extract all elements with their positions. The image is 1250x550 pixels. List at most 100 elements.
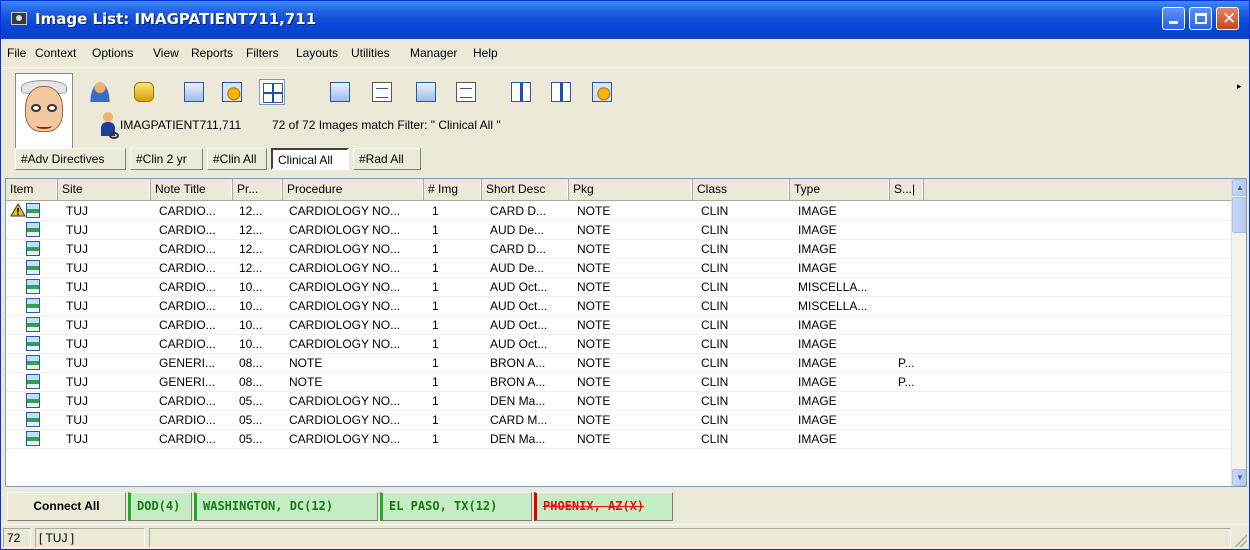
menu-filters[interactable]: Filters [246, 46, 279, 60]
image-thumbnail-icon [26, 203, 40, 218]
column-header-type[interactable]: Type [790, 179, 890, 201]
filter-tab-adv-directives[interactable]: #Adv Directives [15, 148, 126, 170]
cell-type: IMAGE [798, 337, 837, 351]
cell-site: TUJ [66, 318, 88, 332]
title-bar[interactable]: Image List: IMAGPATIENT711,711 ✕ [1, 1, 1249, 39]
site-dod[interactable]: DOD(4) [128, 492, 192, 521]
resize-grip-icon[interactable] [1233, 533, 1247, 547]
table-row[interactable]: TUJ CARDIO... 10... CARDIOLOGY NO... 1 AUD Oc… [6, 297, 1231, 316]
database-refresh-icon[interactable] [131, 79, 157, 105]
column-header-procedure-date[interactable]: Pr... [233, 179, 283, 201]
table-row[interactable]: TUJ CARDIO... 10... CARDIOLOGY NO... 1 AUD Oc… [6, 316, 1231, 335]
menu-utilities[interactable]: Utilities [351, 46, 390, 60]
menu-reports[interactable]: Reports [191, 46, 233, 60]
image-thumbnail-icon [26, 431, 40, 446]
cell-desc: CARD M... [490, 413, 548, 427]
site-washington-dc[interactable]: WASHINGTON, DC(12) [194, 492, 378, 521]
column-header-image-count[interactable]: # Img [424, 179, 482, 201]
cell-proc: CARDIOLOGY NO... [289, 261, 401, 275]
column-header-class[interactable]: Class [693, 179, 790, 201]
column-header-short-desc[interactable]: Short Desc [482, 179, 569, 201]
maximize-button[interactable] [1189, 7, 1212, 30]
cell-site: TUJ [66, 223, 88, 237]
column-header-item[interactable]: Item [6, 179, 58, 201]
filter-tab-clinical-all[interactable]: Clinical All [271, 148, 349, 170]
cell-note: CARDIO... [159, 280, 216, 294]
cell-proc: CARDIOLOGY NO... [289, 394, 401, 408]
table-row[interactable]: TUJ CARDIO... 12... CARDIOLOGY NO... 1 CARD D… [6, 202, 1231, 221]
close-icon: ✕ [1222, 9, 1237, 29]
menu-file[interactable]: File [7, 46, 26, 60]
cell-note: CARDIO... [159, 394, 216, 408]
cell-pkg: NOTE [577, 261, 611, 275]
column-split-alt-icon[interactable] [548, 79, 574, 105]
table-row[interactable]: TUJ GENERI... 08... NOTE 1 BRON A... NOTE CLIN I… [6, 373, 1231, 392]
scroll-down-icon[interactable]: ▼ [1232, 469, 1246, 486]
column-header-procedure[interactable]: Procedure [283, 179, 424, 201]
image-thumbnail-icon [26, 222, 40, 237]
column-header-pkg[interactable]: Pkg [569, 179, 693, 201]
filter-tab-clin-2yr[interactable]: #Clin 2 yr [130, 148, 203, 170]
site-phoenix[interactable]: PHOENIX, AZ(X) [534, 492, 673, 521]
table-row[interactable]: TUJ CARDIO... 12... CARDIOLOGY NO... 1 CARD D… [6, 240, 1231, 259]
maximize-icon [1195, 13, 1207, 24]
filter-tab-clin-all[interactable]: #Clin All [207, 148, 267, 170]
filter-status: 72 of 72 Images match Filter: " Clinical… [272, 118, 501, 132]
table-row[interactable]: TUJ CARDIO... 05... CARDIOLOGY NO... 1 DEN Ma… [6, 392, 1231, 411]
cell-pr: 10... [239, 299, 263, 313]
cell-desc: AUD Oct... [490, 318, 548, 332]
cell-site: TUJ [66, 204, 88, 218]
settings-window-icon[interactable] [219, 79, 245, 105]
table-row[interactable]: TUJ CARDIO... 05... CARDIOLOGY NO... 1 CARD M… [6, 411, 1231, 430]
connect-all-button[interactable]: Connect All [7, 492, 126, 521]
grid-layout-icon[interactable] [259, 79, 285, 105]
cell-pr: 10... [239, 337, 263, 351]
cell-desc: AUD Oct... [490, 299, 548, 313]
menu-help[interactable]: Help [473, 46, 498, 60]
menu-layouts[interactable]: Layouts [296, 46, 338, 60]
column-header-note-title[interactable]: Note Title [151, 179, 233, 201]
patient-name: IMAGPATIENT711,711 [120, 118, 242, 132]
person-icon[interactable] [87, 79, 113, 105]
scroll-up-icon[interactable]: ▲ [1232, 179, 1246, 196]
vertical-scrollbar[interactable]: ▲ ▼ [1231, 179, 1246, 486]
image-thumbnail-icon [26, 260, 40, 275]
cell-pkg: NOTE [577, 242, 611, 256]
filter-tab-rad-all[interactable]: #Rad All [353, 148, 421, 170]
column-header-site[interactable]: Site [58, 179, 151, 201]
patient-lookup-icon[interactable] [101, 112, 119, 140]
table-row[interactable]: TUJ CARDIO... 05... CARDIOLOGY NO... 1 DEN Ma… [6, 430, 1231, 449]
gear-settings-icon[interactable] [589, 79, 615, 105]
table-row[interactable]: TUJ GENERI... 08... NOTE 1 BRON A... NOTE CLIN I… [6, 354, 1231, 373]
menu-view[interactable]: View [153, 46, 179, 60]
menu-manager[interactable]: Manager [410, 46, 457, 60]
table-row[interactable]: TUJ CARDIO... 12... CARDIOLOGY NO... 1 AUD De… [6, 221, 1231, 240]
cell-desc: AUD De... [490, 223, 545, 237]
table-row[interactable]: TUJ CARDIO... 10... CARDIOLOGY NO... 1 AUD Oc… [6, 278, 1231, 297]
cell-note: GENERI... [159, 356, 216, 370]
table-row[interactable]: TUJ CARDIO... 12... CARDIOLOGY NO... 1 AUD De… [6, 259, 1231, 278]
image-icon[interactable] [327, 79, 353, 105]
cell-proc: CARDIOLOGY NO... [289, 318, 401, 332]
minimize-button[interactable] [1162, 7, 1185, 30]
scroll-thumb[interactable] [1232, 197, 1246, 233]
patient-photo[interactable] [15, 73, 73, 149]
site-el-paso[interactable]: EL PASO, TX(12) [380, 492, 532, 521]
column-split-icon[interactable] [508, 79, 534, 105]
image-search-icon[interactable] [413, 79, 439, 105]
image-export-icon[interactable] [181, 79, 207, 105]
cell-s: P... [898, 375, 915, 389]
cell-type: IMAGE [798, 261, 837, 275]
menu-options[interactable]: Options [92, 46, 133, 60]
cell-proc: CARDIOLOGY NO... [289, 413, 401, 427]
toolbar-overflow-icon[interactable]: ▸ [1237, 81, 1242, 92]
document-icon[interactable] [369, 79, 395, 105]
table-row[interactable]: TUJ CARDIO... 10... CARDIOLOGY NO... 1 AUD Oc… [6, 335, 1231, 354]
cell-img: 1 [432, 394, 439, 408]
menu-context[interactable]: Context [35, 46, 76, 60]
document-search-icon[interactable] [453, 79, 479, 105]
close-button[interactable]: ✕ [1216, 7, 1239, 30]
cell-note: CARDIO... [159, 261, 216, 275]
column-header-status[interactable]: S...| [890, 179, 924, 201]
cell-note: CARDIO... [159, 299, 216, 313]
